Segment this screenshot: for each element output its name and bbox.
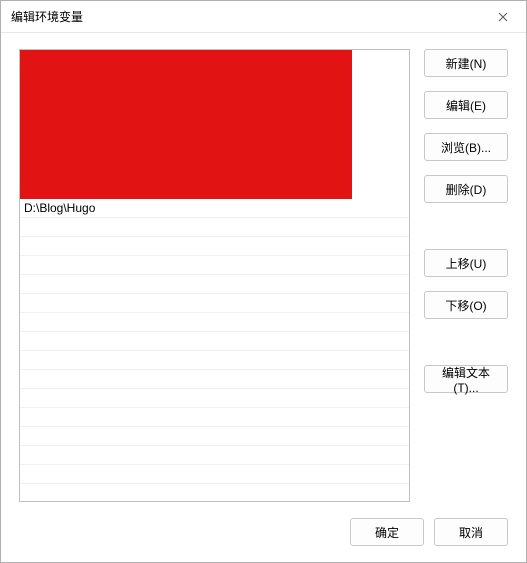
list-item[interactable] [20, 465, 409, 484]
cancel-button[interactable]: 取消 [434, 518, 508, 546]
list-item[interactable] [20, 446, 409, 465]
move-up-button[interactable]: 上移(U) [424, 249, 508, 277]
dialog-body: D:\Blog\Hugo 新建 [1, 33, 526, 562]
new-button[interactable]: 新建(N) [424, 49, 508, 77]
list-rows: D:\Blog\Hugo [20, 199, 409, 501]
path-listbox[interactable]: D:\Blog\Hugo [19, 49, 410, 502]
list-item[interactable] [20, 427, 409, 446]
edit-env-var-dialog: 编辑环境变量 D:\Blog\Hugo [0, 0, 527, 563]
list-item[interactable] [20, 275, 409, 294]
list-item[interactable] [20, 389, 409, 408]
edit-text-button[interactable]: 编辑文本(T)... [424, 365, 508, 393]
list-item[interactable] [20, 237, 409, 256]
browse-button[interactable]: 浏览(B)... [424, 133, 508, 161]
list-item[interactable]: D:\Blog\Hugo [20, 199, 409, 218]
list-item[interactable] [20, 218, 409, 237]
close-button[interactable] [480, 1, 526, 33]
edit-button[interactable]: 编辑(E) [424, 91, 508, 119]
list-item[interactable] [20, 313, 409, 332]
dialog-footer: 确定 取消 [19, 502, 508, 550]
main-row: D:\Blog\Hugo 新建 [19, 49, 508, 502]
list-item[interactable] [20, 351, 409, 370]
dialog-title: 编辑环境变量 [11, 8, 83, 25]
redacted-selection [20, 50, 352, 199]
list-item[interactable] [20, 332, 409, 351]
list-item[interactable] [20, 408, 409, 427]
list-item[interactable] [20, 370, 409, 389]
list-item[interactable] [20, 256, 409, 275]
close-icon [498, 12, 508, 22]
titlebar: 编辑环境变量 [1, 1, 526, 33]
ok-button[interactable]: 确定 [350, 518, 424, 546]
side-button-column: 新建(N) 编辑(E) 浏览(B)... 删除(D) 上移(U) 下移(O) 编… [424, 49, 508, 502]
move-down-button[interactable]: 下移(O) [424, 291, 508, 319]
list-item[interactable] [20, 294, 409, 313]
delete-button[interactable]: 删除(D) [424, 175, 508, 203]
